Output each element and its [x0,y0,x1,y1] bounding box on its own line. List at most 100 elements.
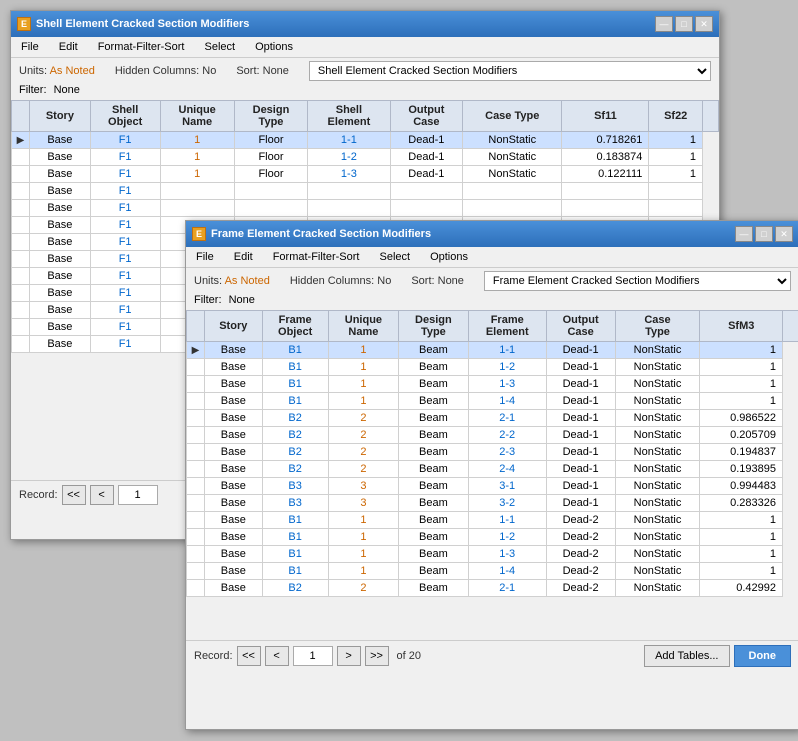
frame-menu-options[interactable]: Options [424,249,474,265]
shell-menu-file[interactable]: File [15,39,45,55]
frame-units-bar: Units: As Noted Hidden Columns: No Sort:… [186,268,798,294]
frame-row-arrow [187,512,205,529]
frame-last-button[interactable]: >> [365,646,389,666]
frame-row-arrow [187,461,205,478]
shell-cell-sf11: 0.122111 [562,166,649,183]
frame-cell-sfm3: 1 [700,512,783,529]
frame-table-row[interactable]: Base B2 2 Beam 2-1 Dead-1 NonStatic 0.98… [187,410,798,427]
frame-menu-edit[interactable]: Edit [228,249,259,265]
frame-menu-format[interactable]: Format-Filter-Sort [267,249,366,265]
shell-table-row[interactable]: Base F1 1 Floor 1-2 Dead-1 NonStatic 0.1… [12,149,719,166]
shell-cell-element: 1-3 [308,166,390,183]
frame-close-button[interactable]: ✕ [775,226,793,242]
frame-cell-casetype: NonStatic [615,461,700,478]
frame-table-row[interactable]: Base B2 2 Beam 2-3 Dead-1 NonStatic 0.19… [187,444,798,461]
frame-add-tables-button[interactable]: Add Tables... [644,645,729,667]
shell-close-button[interactable]: ✕ [695,16,713,32]
shell-filter-row: Filter: None [11,84,719,100]
frame-done-button[interactable]: Done [734,645,792,667]
shell-minimize-button[interactable]: — [655,16,673,32]
frame-table-row[interactable]: Base B1 1 Beam 1-3 Dead-1 NonStatic 1 [187,376,798,393]
frame-table-row[interactable]: Base B1 1 Beam 1-2 Dead-2 NonStatic 1 [187,529,798,546]
frame-cell-design: Beam [399,546,469,563]
frame-row-arrow [187,393,205,410]
shell-table-row[interactable]: Base F1 [12,200,719,217]
shell-col-output: OutputCase [390,101,463,132]
frame-table-row[interactable]: Base B1 1 Beam 1-3 Dead-2 NonStatic 1 [187,546,798,563]
frame-maximize-button[interactable]: □ [755,226,773,242]
frame-cell-casetype: NonStatic [615,376,700,393]
frame-cell-output: Dead-1 [546,427,615,444]
frame-table-row[interactable]: Base B3 3 Beam 3-2 Dead-1 NonStatic 0.28… [187,495,798,512]
shell-prev-button[interactable]: < [90,485,114,505]
shell-menu-edit[interactable]: Edit [53,39,84,55]
frame-table-row[interactable]: Base B1 1 Beam 1-1 Dead-2 NonStatic 1 [187,512,798,529]
shell-row-arrow [12,285,30,302]
shell-row-arrow [12,251,30,268]
shell-maximize-button[interactable]: □ [675,16,693,32]
frame-cell-object: B1 [262,512,328,529]
frame-cell-sfm3: 1 [700,563,783,580]
shell-cell-design [234,183,307,200]
shell-row-arrow [12,302,30,319]
shell-table-row[interactable]: ▶ Base F1 1 Floor 1-1 Dead-1 NonStatic 0… [12,132,719,149]
frame-cell-element: 2-1 [468,580,546,597]
shell-menu-select[interactable]: Select [198,39,241,55]
frame-table-row[interactable]: Base B1 1 Beam 1-4 Dead-2 NonStatic 1 [187,563,798,580]
frame-cell-output: Dead-1 [546,478,615,495]
shell-cell-object: F1 [90,132,160,149]
frame-cell-object: B1 [262,376,328,393]
frame-table-row[interactable]: Base B2 2 Beam 2-2 Dead-1 NonStatic 0.20… [187,427,798,444]
frame-cell-output: Dead-2 [546,563,615,580]
frame-first-button[interactable]: << [237,646,261,666]
frame-cell-object: B2 [262,427,328,444]
shell-record-number: 1 [118,485,158,505]
frame-cell-sfm3: 0.994483 [700,478,783,495]
frame-col-output: OutputCase [546,311,615,342]
shell-col-arrow [12,101,30,132]
frame-table-row[interactable]: Base B2 2 Beam 2-1 Dead-2 NonStatic 0.42… [187,580,798,597]
frame-hidden-cols: Hidden Columns: No [290,275,392,287]
frame-cell-story: Base [205,359,263,376]
shell-cell-object: F1 [90,336,160,353]
frame-record-number: 1 [293,646,333,666]
shell-title-bar: E Shell Element Cracked Section Modifier… [11,11,719,37]
frame-menu-select[interactable]: Select [373,249,416,265]
frame-cell-output: Dead-2 [546,529,615,546]
frame-table-row[interactable]: Base B2 2 Beam 2-4 Dead-1 NonStatic 0.19… [187,461,798,478]
shell-menu-format[interactable]: Format-Filter-Sort [92,39,191,55]
shell-cell-object: F1 [90,149,160,166]
shell-row-arrow [12,166,30,183]
shell-table-row[interactable]: Base F1 1 Floor 1-3 Dead-1 NonStatic 0.1… [12,166,719,183]
frame-cell-element: 1-1 [468,512,546,529]
frame-cell-casetype: NonStatic [615,444,700,461]
frame-table-row[interactable]: Base B1 1 Beam 1-2 Dead-1 NonStatic 1 [187,359,798,376]
frame-cell-story: Base [205,410,263,427]
frame-prev-button[interactable]: < [265,646,289,666]
frame-cell-element: 1-2 [468,359,546,376]
frame-table-row[interactable]: Base B3 3 Beam 3-1 Dead-1 NonStatic 0.99… [187,478,798,495]
shell-first-button[interactable]: << [62,485,86,505]
frame-cell-casetype: NonStatic [615,512,700,529]
shell-menu-options[interactable]: Options [249,39,299,55]
shell-cell-sf11 [562,200,649,217]
shell-dropdown[interactable]: Shell Element Cracked Section Modifiers [309,61,711,81]
frame-cell-unique: 2 [328,427,398,444]
frame-table-row[interactable]: Base B1 1 Beam 1-4 Dead-1 NonStatic 1 [187,393,798,410]
shell-table-row[interactable]: Base F1 [12,183,719,200]
frame-table-container[interactable]: Story FrameObject UniqueName DesignType … [186,310,798,640]
shell-cell-casetype [463,183,562,200]
frame-cell-element: 2-3 [468,444,546,461]
frame-cell-design: Beam [399,359,469,376]
frame-table-row[interactable]: ▶ Base B1 1 Beam 1-1 Dead-1 NonStatic 1 [187,342,798,359]
frame-cell-unique: 1 [328,512,398,529]
frame-cell-design: Beam [399,427,469,444]
frame-dropdown[interactable]: Frame Element Cracked Section Modifiers [484,271,791,291]
shell-cell-design: Floor [234,132,307,149]
frame-menu-file[interactable]: File [190,249,220,265]
frame-next-button[interactable]: > [337,646,361,666]
frame-minimize-button[interactable]: — [735,226,753,242]
shell-cell-sf22: 1 [649,132,703,149]
frame-row-arrow [187,495,205,512]
frame-row-arrow [187,529,205,546]
